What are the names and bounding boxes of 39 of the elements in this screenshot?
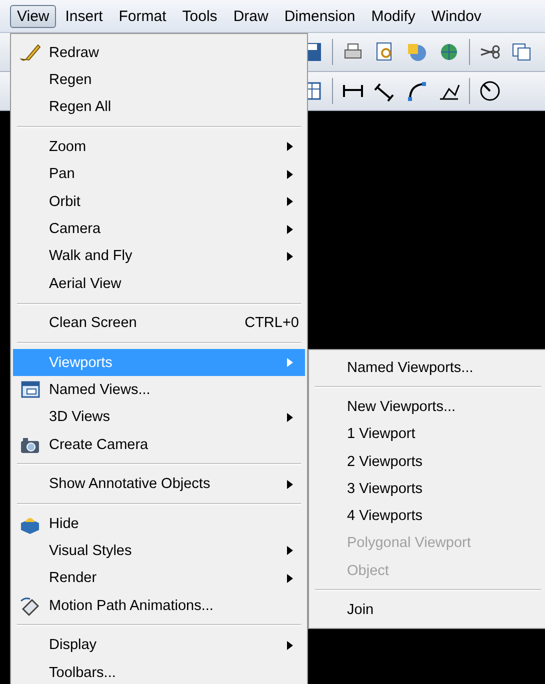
menu-item[interactable]: Visual Styles: [13, 537, 305, 565]
menu-item[interactable]: 3 Viewports: [311, 475, 545, 502]
menu-item[interactable]: Join: [311, 596, 545, 624]
radius-dimension-icon[interactable]: [478, 79, 502, 103]
menu-item[interactable]: Toolbars...: [13, 658, 305, 684]
menu-bar-item[interactable]: Draw: [226, 4, 276, 28]
shortcut-text: CTRL+0: [244, 315, 299, 332]
menu-item[interactable]: New Viewports...: [311, 393, 545, 421]
menu-bar-item[interactable]: Insert: [58, 4, 110, 28]
menu-item[interactable]: Show Annotative Objects: [13, 470, 305, 498]
window-icon: [19, 378, 41, 401]
menu-item[interactable]: Clean Screen CTRL+0: [13, 310, 305, 337]
menu-item[interactable]: Walk and Fly: [13, 242, 305, 270]
menu-bar-item[interactable]: View: [10, 4, 56, 28]
menu-bar-item[interactable]: Windov: [424, 4, 488, 28]
menu-item[interactable]: Display: [13, 631, 305, 659]
menu-item[interactable]: 1 Viewport: [311, 420, 545, 448]
menu-item[interactable]: Zoom: [13, 133, 305, 161]
menu-item[interactable]: Camera: [13, 215, 305, 243]
menu-bar-item[interactable]: Modify: [364, 4, 422, 28]
pencil-icon: [19, 42, 41, 64]
menu-item[interactable]: Motion Path Animations...: [13, 592, 305, 620]
menu-item[interactable]: Regen All: [13, 94, 305, 122]
menu-bar-item[interactable]: Tools: [175, 4, 224, 28]
menu-bar-item[interactable]: Dimension: [277, 4, 362, 28]
menu-item[interactable]: Regen: [13, 66, 305, 94]
menu-item[interactable]: 3D Views: [13, 404, 305, 432]
menu-item[interactable]: Create Camera: [13, 431, 305, 458]
menu-item[interactable]: Named Views...: [13, 376, 305, 404]
arc-dimension-icon[interactable]: [405, 79, 429, 103]
menu-item[interactable]: Render: [13, 564, 305, 592]
menu-item[interactable]: Pan: [13, 160, 305, 188]
menu-item[interactable]: Hide: [13, 510, 305, 538]
menu-item[interactable]: Named Viewports...: [311, 354, 545, 382]
menu-item[interactable]: 2 Viewports: [311, 448, 545, 476]
menu-bar-item[interactable]: Format: [112, 4, 174, 28]
menu-item[interactable]: Orbit: [13, 188, 305, 216]
menu-item[interactable]: 4 Viewports: [311, 502, 545, 530]
menu-item[interactable]: Aerial View: [13, 270, 305, 298]
